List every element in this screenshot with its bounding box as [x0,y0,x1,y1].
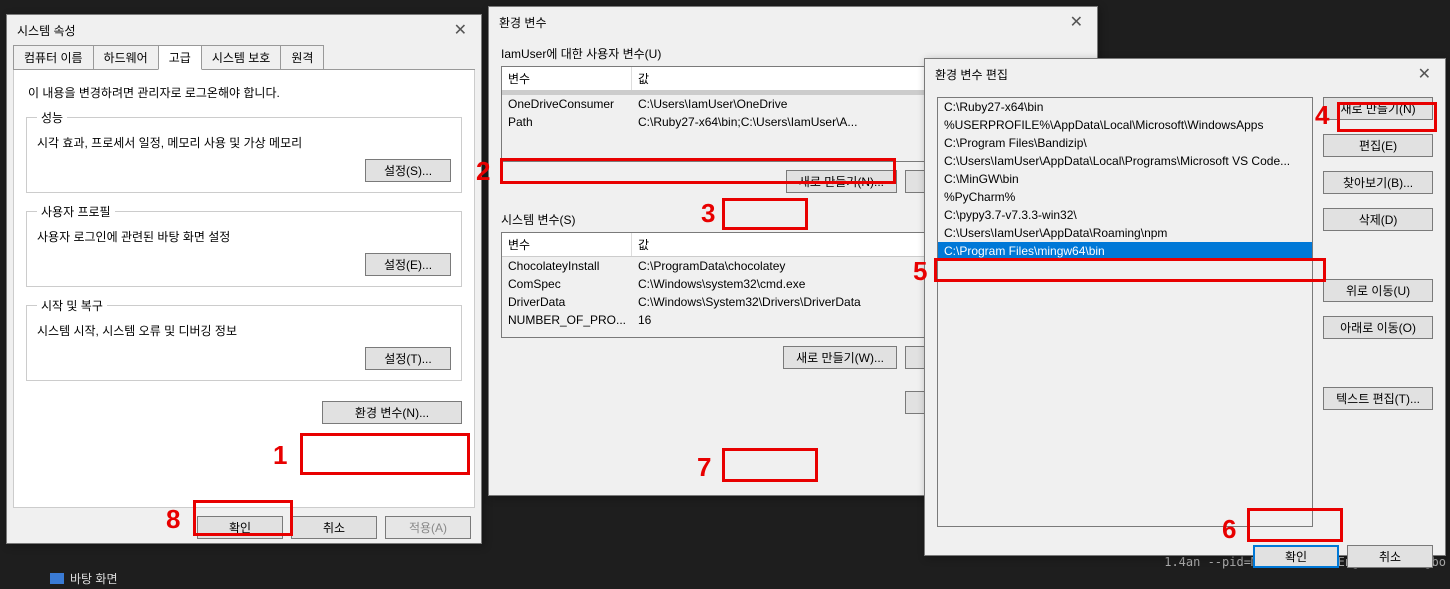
prof-legend: 사용자 프로필 [37,203,115,220]
intro-text: 이 내용을 변경하려면 관리자로 로그온해야 합니다. [28,84,460,101]
perf-desc: 시각 효과, 프로세서 일정, 메모리 사용 및 가상 메모리 [37,134,451,151]
edit-button[interactable]: 편집(E) [1323,134,1433,157]
text-edit-button[interactable]: 텍스트 편집(T)... [1323,387,1433,410]
prof-desc: 사용자 로그인에 관련된 바탕 화면 설정 [37,228,451,245]
browse-button[interactable]: 찾아보기(B)... [1323,171,1433,194]
apply-button: 적용(A) [385,516,471,539]
system-properties-dialog: 시스템 속성 ✕ 컴퓨터 이름하드웨어고급시스템 보호원격 이 내용을 변경하려… [6,14,482,544]
startup-settings-button[interactable]: 설정(T)... [365,347,451,370]
folder-icon [50,573,64,584]
titlebar: 환경 변수 편집 ✕ [925,59,1445,89]
path-item[interactable]: C:\Users\IamUser\AppData\Roaming\npm [938,224,1312,242]
explorer-sidebar-fragment: 바탕 화면 [50,568,118,589]
move-down-button[interactable]: 아래로 이동(O) [1323,316,1433,339]
startup-group: 시작 및 복구 시스템 시작, 시스템 오류 및 디버깅 정보 설정(T)... [26,297,462,381]
move-up-button[interactable]: 위로 이동(U) [1323,279,1433,302]
startup-desc: 시스템 시작, 시스템 오류 및 디버깅 정보 [37,322,451,339]
perf-legend: 성능 [37,109,67,126]
ok-button[interactable]: 확인 [197,516,283,539]
path-item[interactable]: C:\Program Files\mingw64\bin [938,242,1312,260]
perf-settings-button[interactable]: 설정(S)... [365,159,451,182]
sidebar-desktop: 바탕 화면 [70,570,118,587]
startup-legend: 시작 및 복구 [37,297,107,314]
performance-group: 성능 시각 효과, 프로세서 일정, 메모리 사용 및 가상 메모리 설정(S)… [26,109,462,193]
cancel-button[interactable]: 취소 [1347,545,1433,568]
col-var: 변수 [502,233,632,256]
sys-new-button[interactable]: 새로 만들기(W)... [783,346,897,369]
path-item[interactable]: C:\MinGW\bin [938,170,1312,188]
path-item[interactable]: C:\Program Files\Bandizip\ [938,134,1312,152]
cancel-button[interactable]: 취소 [291,516,377,539]
close-icon[interactable]: ✕ [1412,64,1437,84]
delete-button[interactable]: 삭제(D) [1323,208,1433,231]
close-icon[interactable]: ✕ [1064,12,1089,32]
user-new-button[interactable]: 새로 만들기(N)... [786,170,897,193]
path-list[interactable]: C:\Ruby27-x64\bin%USERPROFILE%\AppData\L… [937,97,1313,527]
titlebar: 시스템 속성 ✕ [7,15,481,45]
path-item[interactable]: C:\Ruby27-x64\bin [938,98,1312,116]
env-vars-button[interactable]: 환경 변수(N)... [322,401,462,424]
close-icon[interactable]: ✕ [448,20,473,40]
tab-4[interactable]: 원격 [280,45,324,69]
new-button[interactable]: 새로 만들기(N) [1323,97,1433,120]
edit-path-dialog: 환경 변수 편집 ✕ C:\Ruby27-x64\bin%USERPROFILE… [924,58,1446,556]
ok-button[interactable]: 확인 [1253,545,1339,568]
col-var: 변수 [502,67,632,90]
title: 환경 변수 [499,14,547,31]
titlebar: 환경 변수 ✕ [489,7,1097,37]
title: 시스템 속성 [17,22,76,39]
profile-group: 사용자 프로필 사용자 로그인에 관련된 바탕 화면 설정 설정(E)... [26,203,462,287]
tabs: 컴퓨터 이름하드웨어고급시스템 보호원격 [13,45,475,70]
tab-0[interactable]: 컴퓨터 이름 [13,45,94,69]
tab-1[interactable]: 하드웨어 [93,45,159,69]
prof-settings-button[interactable]: 설정(E)... [365,253,451,276]
path-item[interactable]: C:\pypy3.7-v7.3.3-win32\ [938,206,1312,224]
tab-3[interactable]: 시스템 보호 [201,45,282,69]
tab-2[interactable]: 고급 [158,45,202,70]
path-item[interactable]: C:\Users\IamUser\AppData\Local\Programs\… [938,152,1312,170]
path-item[interactable]: %PyCharm% [938,188,1312,206]
title: 환경 변수 편집 [935,66,1008,83]
path-item[interactable]: %USERPROFILE%\AppData\Local\Microsoft\Wi… [938,116,1312,134]
